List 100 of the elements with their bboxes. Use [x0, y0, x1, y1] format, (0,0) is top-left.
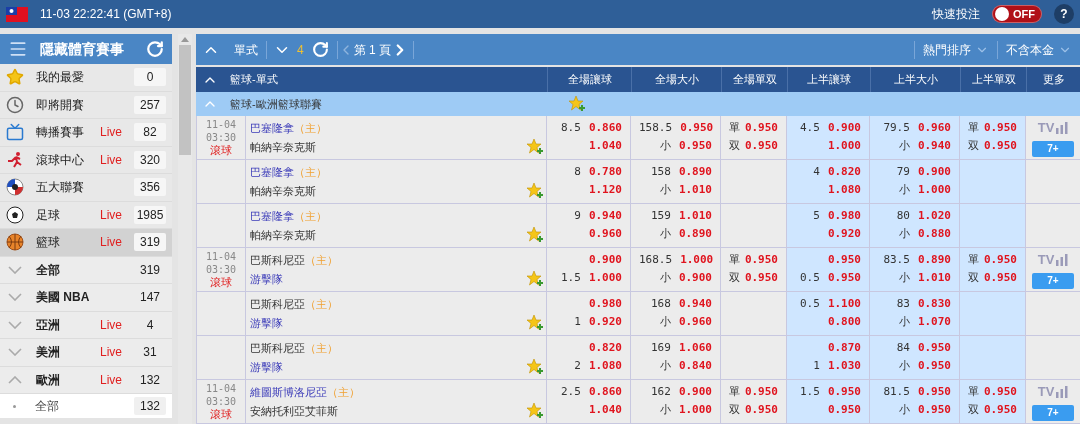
odds-link[interactable]: 0.920	[588, 314, 622, 331]
odds-link[interactable]: 0.880	[917, 226, 951, 243]
odds-link[interactable]: 1.010	[917, 270, 951, 287]
odds-link[interactable]: 1.060	[678, 340, 712, 357]
odds-link[interactable]: 1.000	[680, 252, 714, 269]
odds-link[interactable]: 0.950	[744, 384, 778, 401]
odds-link[interactable]: 0.950	[983, 252, 1017, 269]
odds-link[interactable]: 0.950	[827, 270, 861, 287]
region-item[interactable]: 歐洲 Live 132	[0, 366, 172, 394]
odds-link[interactable]: 0.920	[827, 226, 861, 243]
odds-link[interactable]: 0.950	[983, 138, 1017, 155]
add-favorite-icon[interactable]	[526, 314, 544, 332]
odds-link[interactable]: 0.960	[917, 120, 951, 137]
quick-bet-toggle[interactable]: OFF	[992, 5, 1042, 23]
help-button[interactable]: ?	[1054, 4, 1074, 24]
league-item[interactable]: 全部 132	[0, 394, 172, 418]
odds-link[interactable]: 0.950	[983, 384, 1017, 401]
odds-link[interactable]: 0.960	[678, 314, 712, 331]
odds-link[interactable]: 0.950	[744, 138, 778, 155]
odds-type-dropdown[interactable]: 不含本金	[998, 40, 1080, 59]
odds-link[interactable]: 0.940	[678, 296, 712, 313]
odds-link[interactable]: 0.950	[827, 402, 861, 419]
odds-link[interactable]: 1.040	[588, 138, 622, 155]
odds-link[interactable]: 1.100	[827, 296, 861, 313]
odds-link[interactable]: 0.890	[917, 252, 951, 269]
add-favorite-icon[interactable]	[526, 402, 544, 420]
add-favorite-icon[interactable]	[526, 358, 544, 376]
odds-link[interactable]: 1.080	[588, 358, 622, 375]
odds-link[interactable]: 0.780	[588, 164, 622, 181]
region-item[interactable]: 亞洲 Live 4	[0, 311, 172, 339]
refresh-icon[interactable]	[146, 40, 164, 58]
odds-link[interactable]: 0.960	[588, 226, 622, 243]
add-favorite-icon[interactable]	[568, 95, 586, 113]
odds-link[interactable]: 1.080	[827, 182, 861, 199]
odds-link[interactable]: 0.980	[588, 296, 622, 313]
odds-link[interactable]: 1.000	[917, 182, 951, 199]
more-bets-button[interactable]: 7+	[1032, 140, 1074, 157]
odds-link[interactable]: 0.950	[827, 252, 861, 269]
odds-link[interactable]: 0.950	[827, 384, 861, 401]
sidebar-item[interactable]: 滾球中心 Live 320	[0, 146, 172, 174]
odds-link[interactable]: 1.070	[917, 314, 951, 331]
odds-link[interactable]: 1.000	[827, 138, 861, 155]
odds-link[interactable]: 0.950	[917, 384, 951, 401]
odds-link[interactable]: 0.950	[983, 120, 1017, 137]
odds-link[interactable]: 0.950	[983, 402, 1017, 419]
odds-link[interactable]: 1.040	[588, 402, 622, 419]
refresh-icon[interactable]	[311, 41, 329, 58]
odds-link[interactable]: 0.900	[588, 252, 622, 269]
add-favorite-icon[interactable]	[526, 138, 544, 156]
odds-link[interactable]: 0.950	[917, 340, 951, 357]
odds-link[interactable]: 0.890	[678, 164, 712, 181]
odds-link[interactable]: 0.980	[827, 208, 861, 225]
odds-link[interactable]: 1.010	[678, 182, 712, 199]
scrollbar[interactable]	[178, 34, 192, 424]
odds-link[interactable]: 0.800	[827, 314, 861, 331]
odds-link[interactable]: 0.940	[588, 208, 622, 225]
odds-link[interactable]: 0.890	[678, 226, 712, 243]
mode-tab[interactable]: 單式	[226, 40, 266, 59]
region-item[interactable]: 美洲 Live 31	[0, 339, 172, 367]
menu-icon[interactable]	[8, 39, 28, 59]
odds-link[interactable]: 1.030	[827, 358, 861, 375]
odds-link[interactable]: 0.950	[917, 358, 951, 375]
odds-link[interactable]: 1.020	[917, 208, 951, 225]
sidebar-item[interactable]: 我的最愛 0	[0, 64, 172, 92]
odds-link[interactable]: 0.840	[678, 358, 712, 375]
sidebar-item[interactable]: 即將開賽 257	[0, 91, 172, 119]
odds-link[interactable]: 0.900	[678, 384, 712, 401]
odds-link[interactable]: 0.830	[917, 296, 951, 313]
odds-link[interactable]: 0.950	[983, 270, 1017, 287]
sidebar-item[interactable]: 五大聯賽 356	[0, 174, 172, 202]
add-favorite-icon[interactable]	[526, 182, 544, 200]
odds-link[interactable]: 0.950	[744, 402, 778, 419]
odds-link[interactable]: 0.820	[827, 164, 861, 181]
odds-link[interactable]: 0.870	[827, 340, 861, 357]
odds-link[interactable]: 0.950	[744, 120, 778, 137]
odds-link[interactable]: 0.950	[680, 120, 714, 137]
league-row[interactable]: 籃球-歐洲籃球聯賽	[196, 92, 1080, 116]
odds-link[interactable]: 1.120	[588, 182, 622, 199]
odds-link[interactable]: 0.860	[588, 120, 622, 137]
odds-link[interactable]: 0.950	[744, 252, 778, 269]
odds-link[interactable]: 0.950	[678, 138, 712, 155]
tv-label[interactable]: TV	[1037, 382, 1055, 402]
scrollbar-thumb[interactable]	[179, 45, 191, 155]
odds-link[interactable]: 0.900	[678, 270, 712, 287]
odds-link[interactable]: 0.820	[588, 340, 622, 357]
sort-dropdown[interactable]: 熱門排序	[915, 40, 997, 59]
more-bets-button[interactable]: 7+	[1032, 404, 1074, 421]
odds-link[interactable]: 0.860	[588, 384, 622, 401]
odds-link[interactable]: 1.010	[678, 208, 712, 225]
odds-link[interactable]: 0.900	[917, 164, 951, 181]
odds-link[interactable]: 1.000	[678, 402, 712, 419]
scroll-up-icon[interactable]	[181, 37, 189, 42]
odds-link[interactable]: 1.000	[588, 270, 622, 287]
tv-label[interactable]: TV	[1037, 250, 1055, 270]
sidebar-item[interactable]: 籃球 Live 319	[0, 229, 172, 257]
add-favorite-icon[interactable]	[526, 270, 544, 288]
tv-label[interactable]: TV	[1037, 118, 1055, 138]
odds-link[interactable]: 0.950	[744, 270, 778, 287]
region-item[interactable]: 美國 NBA 147	[0, 284, 172, 312]
odds-link[interactable]: 0.940	[917, 138, 951, 155]
